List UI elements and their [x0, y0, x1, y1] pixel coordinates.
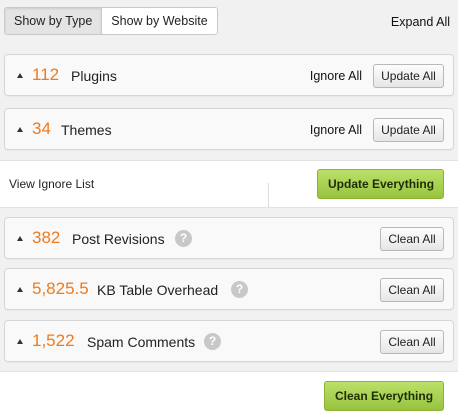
- table-overhead-label: KB Table Overhead: [97, 282, 219, 298]
- show-by-website-button[interactable]: Show by Website: [102, 8, 217, 34]
- themes-label: Themes: [61, 122, 112, 138]
- divider: [268, 183, 269, 207]
- collapse-triangle-icon[interactable]: [17, 236, 23, 241]
- collapse-triangle-icon[interactable]: [17, 287, 23, 292]
- expand-all-link[interactable]: Expand All: [391, 15, 450, 29]
- post-revisions-label: Post Revisions: [72, 231, 165, 247]
- plugins-update-all-button[interactable]: Update All: [373, 64, 444, 88]
- show-by-type-button[interactable]: Show by Type: [5, 8, 103, 34]
- spam-comments-count: 1,522: [32, 331, 75, 350]
- table-overhead-count: 5,825.5: [32, 279, 89, 298]
- plugins-label: Plugins: [71, 68, 117, 84]
- collapse-triangle-icon[interactable]: [17, 73, 23, 78]
- post-revisions-clean-all-button[interactable]: Clean All: [380, 227, 444, 251]
- themes-ignore-all-link[interactable]: Ignore All: [310, 123, 362, 137]
- top-toolbar: Show by Type Show by Website Expand All: [0, 0, 458, 46]
- collapse-triangle-icon[interactable]: [17, 127, 23, 132]
- plugins-ignore-all-link[interactable]: Ignore All: [310, 69, 362, 83]
- table-overhead-panel[interactable]: 5,825.5 KB Table Overhead ? Clean All: [4, 268, 454, 310]
- clean-everything-button[interactable]: Clean Everything: [324, 381, 444, 411]
- themes-panel[interactable]: 34 Themes Ignore All Update All: [4, 108, 454, 150]
- plugins-count: 112: [32, 65, 60, 84]
- spam-comments-panel[interactable]: 1,522 Spam Comments ? Clean All: [4, 320, 454, 362]
- post-revisions-panel[interactable]: 382 Post Revisions ? Clean All: [4, 217, 454, 259]
- post-revisions-count: 382: [32, 228, 61, 247]
- view-toggle: Show by Type Show by Website: [4, 7, 218, 35]
- spam-comments-clean-all-button[interactable]: Clean All: [380, 330, 444, 354]
- view-ignore-list-link[interactable]: View Ignore List: [9, 177, 94, 191]
- themes-count: 34: [32, 119, 51, 138]
- plugins-panel[interactable]: 112 Plugins Ignore All Update All: [4, 54, 454, 96]
- update-actions-bar: View Ignore List Update Everything: [0, 160, 458, 208]
- collapse-triangle-icon[interactable]: [17, 339, 23, 344]
- clean-actions-bar: Clean Everything: [0, 371, 458, 417]
- spam-comments-label: Spam Comments: [87, 334, 196, 350]
- help-icon[interactable]: ?: [204, 333, 221, 350]
- themes-update-all-button[interactable]: Update All: [373, 118, 444, 142]
- update-everything-button[interactable]: Update Everything: [317, 169, 444, 199]
- table-overhead-clean-all-button[interactable]: Clean All: [380, 278, 444, 302]
- help-icon[interactable]: ?: [175, 230, 192, 247]
- help-icon[interactable]: ?: [231, 281, 248, 298]
